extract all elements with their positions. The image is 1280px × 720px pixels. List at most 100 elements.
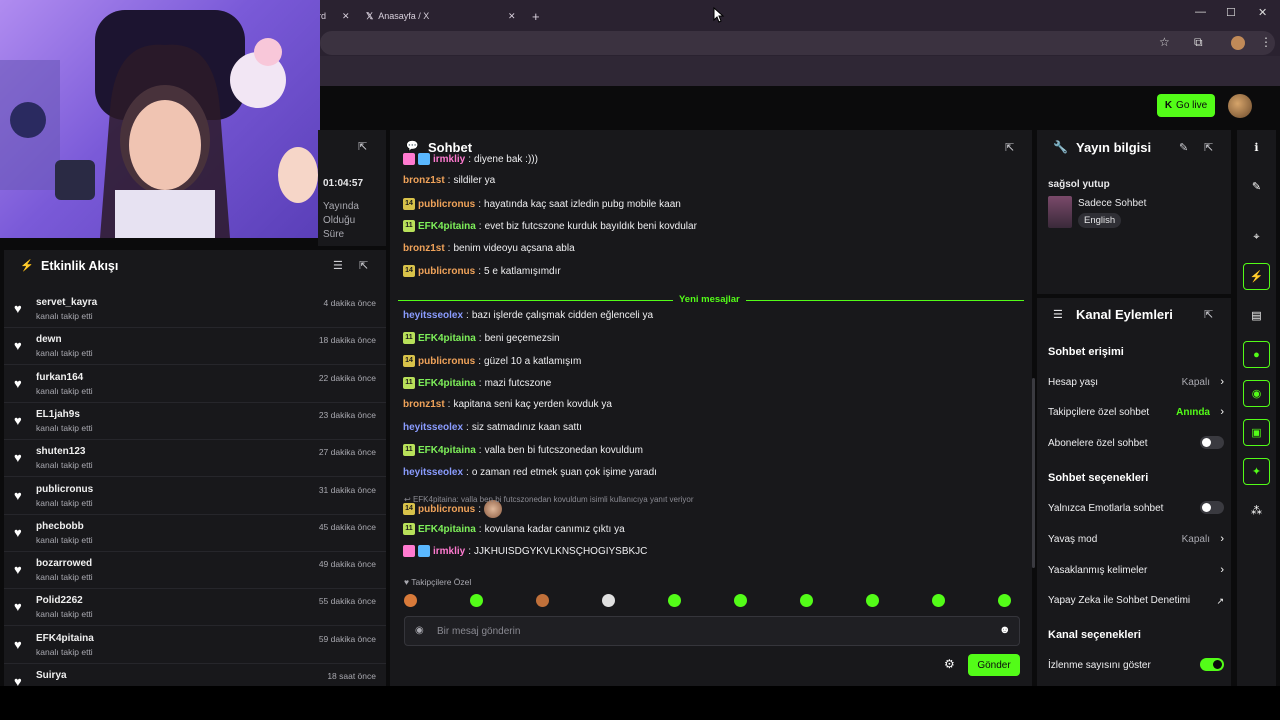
chat-scrollbar[interactable] bbox=[1032, 378, 1035, 568]
wrench-icon[interactable]: ✦ bbox=[1243, 458, 1270, 485]
slow-mode-row[interactable]: Yavaş mod Kapalı › bbox=[1048, 533, 1224, 545]
chat-message[interactable]: 11 EFK4pitaina: evet biz futcszone kurduk … bbox=[403, 220, 697, 232]
chat-username[interactable]: irmkliy bbox=[433, 154, 465, 165]
chat-username[interactable]: heyitsseolex bbox=[403, 467, 463, 478]
chat-username[interactable]: EFK4pitaina bbox=[418, 524, 476, 535]
lightning-icon[interactable]: ⚡ bbox=[1243, 263, 1270, 290]
emote-icon[interactable] bbox=[866, 594, 879, 607]
chat-message[interactable]: 14 publicronus:5 e katlamışımdır bbox=[403, 265, 561, 277]
chat-message[interactable]: heyitsseolex: bazı işlerde çalışmak cidde… bbox=[403, 310, 653, 321]
chat-username[interactable]: publicronus bbox=[418, 266, 475, 277]
chat-username[interactable]: EFK4pitaina bbox=[418, 445, 476, 456]
emote-icon[interactable] bbox=[470, 594, 483, 607]
maximize-icon[interactable]: ☐ bbox=[1226, 6, 1236, 19]
activity-item[interactable]: ♥ bozarrowed kanalı takip etti 49 dakika ön… bbox=[4, 552, 386, 590]
account-age-row[interactable]: Hesap yaşı Kapalı › bbox=[1048, 376, 1224, 388]
emote-icon[interactable] bbox=[800, 594, 813, 607]
edit-pencil-icon[interactable]: ✎ bbox=[1179, 141, 1188, 154]
activity-item[interactable]: ♥ dewn kanalı takip etti 18 dakika önce bbox=[4, 328, 386, 366]
settings-gear-icon[interactable]: ⚙ bbox=[944, 657, 955, 671]
chat-username[interactable]: heyitsseolex bbox=[403, 422, 463, 433]
send-button[interactable]: Gönder bbox=[968, 654, 1020, 676]
chat-message[interactable]: heyitsseolex: o zaman red etmek şuan çok … bbox=[403, 467, 657, 478]
emote-only-toggle[interactable] bbox=[1200, 501, 1224, 514]
chat-username[interactable]: EFK4pitaina bbox=[418, 378, 476, 389]
chat-username[interactable]: publicronus bbox=[418, 199, 475, 210]
subscribers-only-toggle[interactable] bbox=[1200, 436, 1224, 449]
emoji-icon[interactable]: ☻ bbox=[999, 624, 1011, 636]
info-icon[interactable]: ℹ bbox=[1243, 134, 1270, 161]
chat-message[interactable]: 11 EFK4pitaina: mazi futcszone bbox=[403, 377, 551, 389]
browser-profile-icon[interactable] bbox=[1231, 36, 1245, 50]
chat-message[interactable]: bronz1st: sildiler ya bbox=[403, 175, 495, 186]
new-tab-button[interactable]: + bbox=[532, 4, 540, 28]
popout-icon[interactable]: ⇱ bbox=[1204, 141, 1213, 154]
popout-icon[interactable]: ⇱ bbox=[359, 259, 368, 272]
focus-icon[interactable]: ⌖ bbox=[1243, 224, 1270, 251]
activity-item[interactable]: ♥ publicronus kanalı takip etti 31 dakika ö… bbox=[4, 478, 386, 515]
viewer-count-toggle[interactable] bbox=[1200, 658, 1224, 671]
minimize-icon[interactable]: — bbox=[1195, 6, 1206, 18]
star-icon[interactable]: ☆ bbox=[1159, 35, 1170, 49]
chat-input[interactable]: ◉ Bir mesaj gönderin ☻ bbox=[404, 616, 1020, 646]
chat-username[interactable]: publicronus bbox=[418, 504, 475, 515]
emote-icon[interactable] bbox=[404, 594, 417, 607]
broadcast-icon[interactable]: ◉ bbox=[1243, 380, 1270, 407]
filter-icon[interactable]: ☰ bbox=[333, 259, 343, 272]
activity-item[interactable]: ♥ Polid2262 kanalı takip etti 55 dakika önc… bbox=[4, 589, 386, 627]
emote-icon[interactable] bbox=[536, 594, 549, 607]
close-icon[interactable]: ✕ bbox=[508, 11, 516, 22]
chat-message[interactable]: 14 publicronus: güzel 10 a katlamışım bbox=[403, 355, 581, 367]
video-icon[interactable]: ▣ bbox=[1243, 419, 1270, 446]
chat-message[interactable]: 11 EFK4pitaina: valla ben bi futcszonedan … bbox=[403, 444, 643, 456]
window-close-icon[interactable]: ✕ bbox=[1258, 6, 1267, 19]
emote-icon[interactable] bbox=[734, 594, 747, 607]
chat-username[interactable]: bronz1st bbox=[403, 399, 445, 410]
emote-icon[interactable] bbox=[998, 594, 1011, 607]
address-bar[interactable] bbox=[320, 31, 1275, 55]
chat-username[interactable]: EFK4pitaina bbox=[418, 333, 476, 344]
chat-username[interactable]: bronz1st bbox=[403, 175, 445, 186]
chat-message[interactable]: bronz1st: benim videoyu açsana abla bbox=[403, 243, 575, 254]
go-live-button[interactable]: K Go live bbox=[1157, 94, 1215, 117]
chat-username[interactable]: bronz1st bbox=[403, 243, 445, 254]
chat-bubble-icon[interactable]: ● bbox=[1243, 341, 1270, 368]
activity-item[interactable]: ♥ shuten123 kanalı takip etti 27 dakika önc… bbox=[4, 440, 386, 478]
chat-message[interactable]: bronz1st: kapitana seni kaç yerden kovduk… bbox=[403, 399, 612, 410]
browser-menu-icon[interactable]: ⋮ bbox=[1260, 35, 1272, 49]
category-name[interactable]: Sadece Sohbet bbox=[1078, 198, 1146, 209]
chat-message[interactable]: 11 EFK4pitaina: beni geçemezsin bbox=[403, 332, 560, 344]
ai-moderation-row[interactable]: Yapay Zeka ile Sohbet Denetimi ↗ bbox=[1048, 595, 1224, 606]
apps-icon[interactable]: ⁂ bbox=[1243, 497, 1270, 524]
edit-pencil-icon[interactable]: ✎ bbox=[1243, 173, 1270, 200]
extensions-icon[interactable]: ⧉ bbox=[1194, 35, 1203, 50]
followers-only-row[interactable]: Takipçilere özel sohbet Anında › bbox=[1048, 406, 1224, 418]
emote-icon[interactable] bbox=[602, 594, 615, 607]
notes-icon[interactable]: ▤ bbox=[1243, 302, 1270, 329]
chat-message[interactable]: 14 publicronus: hayatında kaç saat izledin… bbox=[403, 198, 681, 210]
chat-message[interactable]: 11 EFK4pitaina: kovulana kadar canımız çık… bbox=[403, 523, 625, 535]
emote-icon[interactable] bbox=[668, 594, 681, 607]
chat-message[interactable]: irmkliy: diyene bak :))) bbox=[403, 153, 538, 165]
banned-words-row[interactable]: Yasaklanmış kelimeler › bbox=[1048, 564, 1224, 576]
chat-message[interactable]: heyitsseolex: siz satmadınız kaan sattı bbox=[403, 422, 582, 433]
chat-username[interactable]: EFK4pitaina bbox=[418, 221, 476, 232]
activity-item[interactable]: ♥ phecbobb kanalı takip etti 45 dakika önce bbox=[4, 515, 386, 552]
chat-username[interactable]: publicronus bbox=[418, 356, 475, 367]
popout-icon[interactable]: ⇱ bbox=[1204, 308, 1213, 321]
chat-message[interactable]: irmkliy: JJKHUISDGYKVLKNSÇHOGIYSBKJC bbox=[403, 545, 647, 557]
popout-icon[interactable]: ⇱ bbox=[1005, 141, 1014, 154]
emote-icon[interactable] bbox=[932, 594, 945, 607]
activity-item[interactable]: ♥ EFK4pitaina kanalı takip etti 59 dakika ö… bbox=[4, 627, 386, 664]
tab-partial[interactable]: rd ✕ bbox=[318, 4, 358, 28]
chat-username[interactable]: irmkliy bbox=[433, 546, 465, 557]
avatar[interactable] bbox=[1228, 94, 1252, 118]
chat-colon: : bbox=[478, 503, 482, 515]
close-icon[interactable]: ✕ bbox=[342, 11, 350, 22]
tab-x[interactable]: 𝕏 Anasayfa / X ✕ bbox=[366, 4, 526, 28]
activity-item[interactable]: ♥ servet_kayra kanalı takip etti 4 dakika ö… bbox=[4, 291, 386, 328]
popout-icon[interactable]: ⇱ bbox=[358, 140, 367, 153]
chat-username[interactable]: heyitsseolex bbox=[403, 310, 463, 321]
activity-item[interactable]: ♥ furkan164 kanalı takip etti 22 dakika önc… bbox=[4, 366, 386, 403]
activity-item[interactable]: ♥ EL1jah9s kanalı takip etti 23 dakika önce bbox=[4, 403, 386, 440]
